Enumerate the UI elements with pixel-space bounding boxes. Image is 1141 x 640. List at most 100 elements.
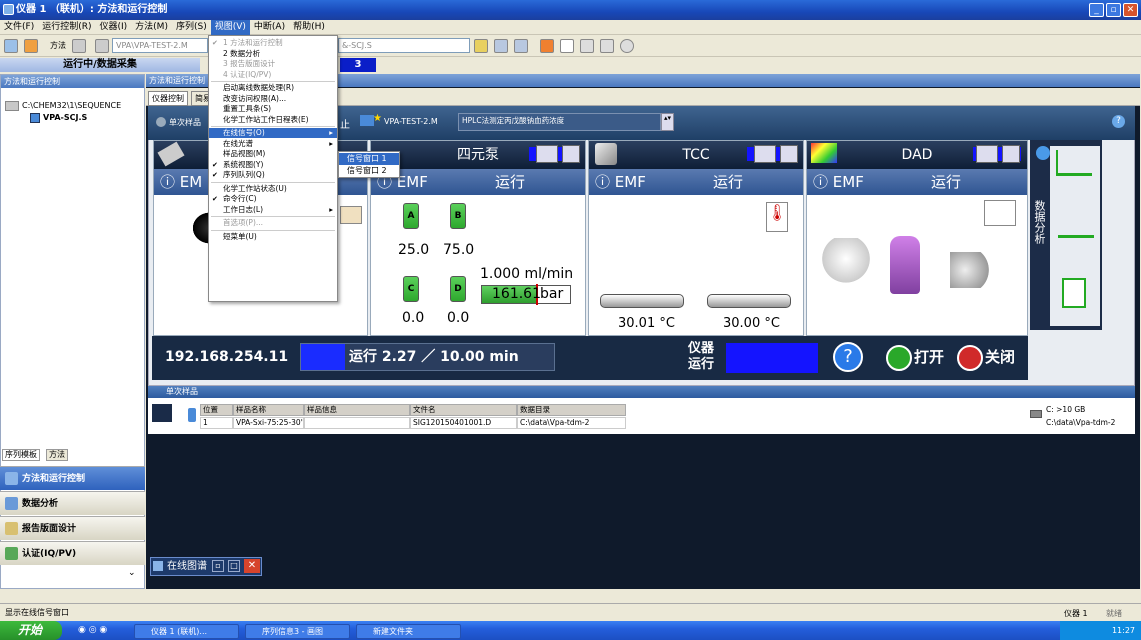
- analysis-nav-icon[interactable]: [1036, 146, 1050, 160]
- method-label: 方法: [50, 41, 66, 50]
- col-file-name[interactable]: 文件名: [410, 404, 517, 416]
- view-icon-1[interactable]: [474, 39, 488, 53]
- module-quat-pump[interactable]: 四元泵 ⓘ EMF 运行: [370, 140, 586, 336]
- cell-sample-name[interactable]: VPA-Sxi-75:25-30': [233, 417, 304, 429]
- tree-root[interactable]: C:\CHEM32\1\SEQUENCE: [22, 101, 121, 110]
- thermometer-icon[interactable]: 🌡: [766, 202, 788, 232]
- view-menu-item-11[interactable]: 在线光谱: [209, 139, 337, 149]
- view-menu-item-18[interactable]: 工作日志(L): [209, 205, 337, 215]
- tcc-minimize[interactable]: [754, 145, 776, 163]
- status-instrument: 仪器 1: [1064, 609, 1088, 618]
- subtab-sequence-template[interactable]: 序列模板: [2, 449, 40, 461]
- menu-help[interactable]: 帮助(H): [289, 20, 329, 35]
- maximize-button[interactable]: ▫: [1106, 3, 1121, 17]
- open-button[interactable]: 打开: [886, 342, 954, 372]
- view-menu-item-10[interactable]: 在线信号(O): [209, 128, 337, 139]
- report-icon[interactable]: [540, 39, 554, 53]
- edit-icon[interactable]: [600, 39, 614, 53]
- quat-pump-maximize[interactable]: [562, 145, 580, 163]
- quat-pump-minimize[interactable]: [536, 145, 558, 163]
- minimize-button[interactable]: _: [1089, 3, 1104, 17]
- menu-abort[interactable]: 中断(A): [250, 20, 289, 35]
- view-icon-3[interactable]: [514, 39, 528, 53]
- stop-label[interactable]: 止: [340, 116, 350, 131]
- close-window-button[interactable]: ✕: [1123, 3, 1138, 17]
- run-progress-text: 运行 2.27 ／ 10.00 min: [349, 349, 519, 365]
- open-icon: [886, 344, 912, 371]
- close-label: 关闭: [985, 348, 1016, 366]
- print-preview-icon[interactable]: [560, 39, 574, 53]
- view-menu-item-17[interactable]: 命令行(C): [209, 194, 337, 204]
- menu-sequence[interactable]: 序列(S): [172, 20, 211, 35]
- task-paint[interactable]: 序列信息3 - 画图: [245, 624, 350, 639]
- submenu-signal-window-2[interactable]: 信号窗口 2: [339, 165, 399, 177]
- nav-label: 方法和运行控制: [22, 474, 86, 484]
- expand-chevron-icon[interactable]: ⌄: [128, 568, 136, 578]
- save-method-icon[interactable]: [95, 39, 109, 53]
- view-menu-item-1[interactable]: 2 数据分析: [209, 49, 337, 59]
- method-description[interactable]: HPLC法测定丙戊酸钠血药浓度: [458, 113, 661, 131]
- status-ready: 就绪: [1106, 609, 1122, 618]
- dad-maximize[interactable]: [1002, 145, 1020, 163]
- sequence-combo[interactable]: &-SCJ.S: [338, 38, 470, 53]
- nav-data-analysis[interactable]: 数据分析: [0, 491, 145, 515]
- menu-method[interactable]: 方法(M): [131, 20, 172, 35]
- tcc-maximize[interactable]: [780, 145, 798, 163]
- method-file-name[interactable]: VPA-TEST-2.M: [384, 117, 438, 126]
- nav-verification[interactable]: 认证(IQ/PV): [0, 541, 145, 565]
- menu-instrument[interactable]: 仪器(I): [95, 20, 131, 35]
- view-menu-item-13[interactable]: 系统视图(Y): [209, 160, 337, 170]
- cell-sample-info[interactable]: [304, 417, 410, 429]
- sequence-icon[interactable]: [4, 39, 18, 53]
- description-spinner[interactable]: ▴▾: [661, 113, 674, 131]
- minibar-restore-icon[interactable]: ▫: [212, 560, 224, 572]
- start-button[interactable]: 开始: [0, 621, 62, 640]
- help-icon[interactable]: ?: [1112, 115, 1125, 128]
- view-menu-item-2: 3 报告版面设计: [223, 59, 276, 68]
- dad-minimize[interactable]: [976, 145, 998, 163]
- method-combo[interactable]: VPA\VPA-TEST-2.M: [112, 38, 208, 53]
- subtab-method[interactable]: 方法: [46, 449, 68, 461]
- tcc-emf: EMF: [614, 173, 646, 191]
- minibar-maximize-icon[interactable]: □: [228, 560, 240, 572]
- tree-child[interactable]: VPA-SCJ.S: [43, 113, 87, 122]
- menu-run[interactable]: 运行控制(R): [38, 20, 95, 35]
- view-menu-item-6[interactable]: 改变访问权限(A)...: [209, 94, 337, 104]
- power-icon[interactable]: [620, 39, 634, 53]
- help-question-icon[interactable]: ?: [833, 342, 863, 372]
- view-menu-item-16[interactable]: 化学工作站状态(U): [209, 184, 337, 194]
- view-menu-item-7[interactable]: 重置工具条(S): [209, 104, 337, 114]
- cell-data-dir[interactable]: C:\data\Vpa-tdm-2: [517, 417, 626, 429]
- task-instrument[interactable]: 仪器 1 (联机)...: [134, 624, 239, 639]
- col-position[interactable]: 位置: [200, 404, 233, 416]
- view-icon-2[interactable]: [494, 39, 508, 53]
- tab-instrument-control[interactable]: 仪器控制: [148, 91, 188, 106]
- quick-launch-icons[interactable]: ◉ ◎ ◉: [78, 625, 126, 637]
- menu-view[interactable]: 视图(V): [210, 20, 250, 35]
- view-menu-item-12[interactable]: 样品视图(M): [209, 149, 337, 159]
- col-sample-name[interactable]: 样品名称: [233, 404, 304, 416]
- menu-file[interactable]: 文件(F): [0, 20, 38, 35]
- minibar-close-icon[interactable]: ✕: [244, 559, 260, 573]
- view-menu-item-5[interactable]: 启动离线数据处理(R): [209, 83, 337, 93]
- cell-position[interactable]: 1: [200, 417, 233, 429]
- submenu-signal-window-1[interactable]: 信号窗口 1: [339, 153, 399, 165]
- cell-file-name[interactable]: SIG120150401001.D: [410, 417, 517, 429]
- col-sample-info[interactable]: 样品信息: [304, 404, 410, 416]
- nav-method-run-control[interactable]: 方法和运行控制: [0, 466, 145, 490]
- view-menu-item-3: 4 认证(IQ/PV): [223, 69, 272, 79]
- col-data-dir[interactable]: 数据目录: [517, 404, 626, 416]
- sample-bottle-icon: [188, 408, 196, 422]
- single-sample-label[interactable]: 单次样品: [169, 117, 201, 128]
- nav-label: 报告版面设计: [22, 524, 77, 534]
- task-new-folder[interactable]: 新建文件夹: [356, 624, 461, 639]
- nav-report-layout[interactable]: 报告版面设计: [0, 516, 145, 540]
- view-menu-item-8[interactable]: 化学工作站工作日程表(E): [209, 115, 337, 125]
- view-menu-item-22[interactable]: 短菜单(U): [209, 232, 337, 242]
- view-menu-item-14[interactable]: 序列队列(Q): [209, 170, 337, 180]
- signal-plot-icon[interactable]: [984, 200, 1016, 226]
- load-method-icon[interactable]: [72, 39, 86, 53]
- close-instrument-button[interactable]: 关闭: [957, 342, 1025, 372]
- single-run-icon[interactable]: [24, 39, 38, 53]
- print-icon[interactable]: [580, 39, 594, 53]
